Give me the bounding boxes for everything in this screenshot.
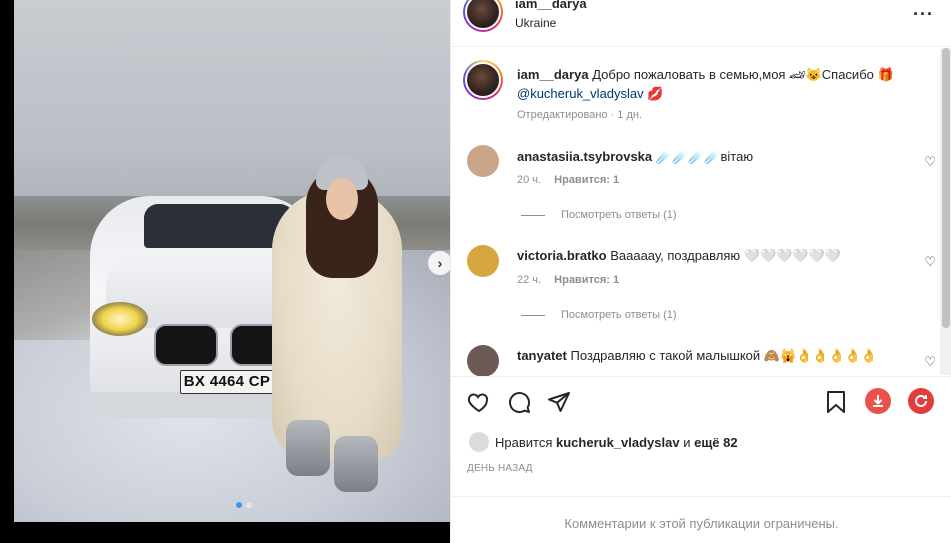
car-headlight-left	[92, 302, 148, 336]
comment-meta: 20 ч. Нравится: 1	[517, 174, 619, 186]
caption-username[interactable]: iam__darya	[517, 67, 589, 82]
comment-avatar[interactable]	[467, 345, 499, 377]
person-boot-left	[286, 420, 330, 476]
caption-emoji: 💋	[647, 86, 664, 101]
download-icon[interactable]	[865, 388, 891, 414]
caption-mention[interactable]: @kucheruk_vladyslav	[517, 86, 644, 101]
more-options-icon[interactable]: ···	[913, 4, 934, 25]
comments-scrollbar[interactable]	[940, 48, 951, 375]
carousel-dot	[236, 502, 242, 508]
likes-avatar[interactable]	[469, 432, 489, 452]
comment-like-icon[interactable]: ♡	[924, 354, 936, 370]
comment-meta: 22 ч. Нравится: 1	[517, 274, 619, 286]
caption-block: iam__darya Добро пожаловать в семью,моя …	[517, 65, 917, 103]
carousel-next-button[interactable]: ›	[428, 251, 450, 275]
carousel-dots	[236, 502, 252, 508]
header-location[interactable]: Ukraine	[515, 16, 556, 30]
comment-text: ☄️☄️☄️☄️вітаю	[655, 149, 754, 164]
comment-icon[interactable]	[507, 390, 531, 414]
replies-line	[521, 214, 545, 216]
likes-rest[interactable]: ещё 82	[694, 435, 738, 450]
car-grille-left	[154, 324, 218, 366]
carousel-dot	[246, 502, 252, 508]
save-icon[interactable]	[824, 390, 848, 414]
license-plate: BX 4464 CP	[180, 370, 274, 394]
comment-username[interactable]: tanyatet	[517, 348, 567, 363]
view-replies-button[interactable]: Посмотреть ответы (1)	[521, 209, 677, 221]
comment-username[interactable]: anastasiia.tsybrovska	[517, 149, 652, 164]
like-icon[interactable]	[467, 390, 491, 414]
comment-like-icon[interactable]: ♡	[924, 154, 936, 170]
actions-divider	[451, 376, 951, 377]
header-divider	[451, 46, 951, 47]
comment-time: 20 ч.	[517, 174, 542, 186]
comment-avatar[interactable]	[467, 145, 499, 177]
comment-username[interactable]: victoria.bratko	[517, 248, 607, 263]
post-info-panel: iam__darya Ukraine ··· iam__darya Добро …	[450, 0, 951, 543]
header-avatar[interactable]	[463, 0, 503, 32]
likes-prefix: Нравится	[495, 435, 553, 450]
view-replies-label: Посмотреть ответы (1)	[561, 309, 677, 321]
comment-row: tanyatet Поздравляю с такой малышкой 🙈🙀👌…	[517, 348, 877, 364]
view-replies-label: Посмотреть ответы (1)	[561, 209, 677, 221]
comments-limited-notice: Комментарии к этой публикации ограничены…	[564, 516, 839, 531]
caption-meta: Отредактировано · 1 дн.	[517, 109, 643, 121]
person-face	[326, 178, 358, 220]
likes-user[interactable]: kucheruk_vladyslav	[556, 435, 680, 450]
likes-joiner: и	[683, 435, 691, 450]
view-replies-button[interactable]: Посмотреть ответы (1)	[521, 309, 677, 321]
header-username[interactable]: iam__darya	[515, 0, 587, 11]
comment-avatar[interactable]	[467, 245, 499, 277]
comment-row: anastasiia.tsybrovska ☄️☄️☄️☄️вітаю	[517, 149, 753, 165]
refresh-icon[interactable]	[908, 388, 934, 414]
comment-time: 22 ч.	[517, 274, 542, 286]
person-boot-right	[334, 436, 378, 492]
comment-like-icon[interactable]: ♡	[924, 254, 936, 270]
comment-text: Вааааау, поздравляю 🤍🤍🤍🤍🤍🤍	[610, 248, 841, 263]
comment-row: victoria.bratko Вааааау, поздравляю 🤍🤍🤍🤍…	[517, 248, 841, 264]
likes-summary[interactable]: Нравится kucheruk_vladyslav и ещё 82	[495, 435, 738, 450]
replies-line	[521, 314, 545, 316]
footer-divider	[451, 496, 951, 497]
post-photo[interactable]: BX 4464 CP ›	[14, 0, 450, 522]
comment-likes[interactable]: Нравится: 1	[554, 274, 619, 286]
comment-text: Поздравляю с такой малышкой 🙈🙀👌👌👌👌👌	[570, 348, 878, 363]
scrollbar-thumb[interactable]	[942, 48, 950, 328]
share-icon[interactable]	[547, 390, 571, 414]
caption-avatar[interactable]	[463, 60, 503, 100]
caption-text: Добро пожаловать в семью,моя 🏎😺Спасибо 🎁	[592, 67, 894, 82]
post-date: ДЕНЬ НАЗАД	[467, 463, 533, 474]
comment-likes[interactable]: Нравится: 1	[554, 174, 619, 186]
